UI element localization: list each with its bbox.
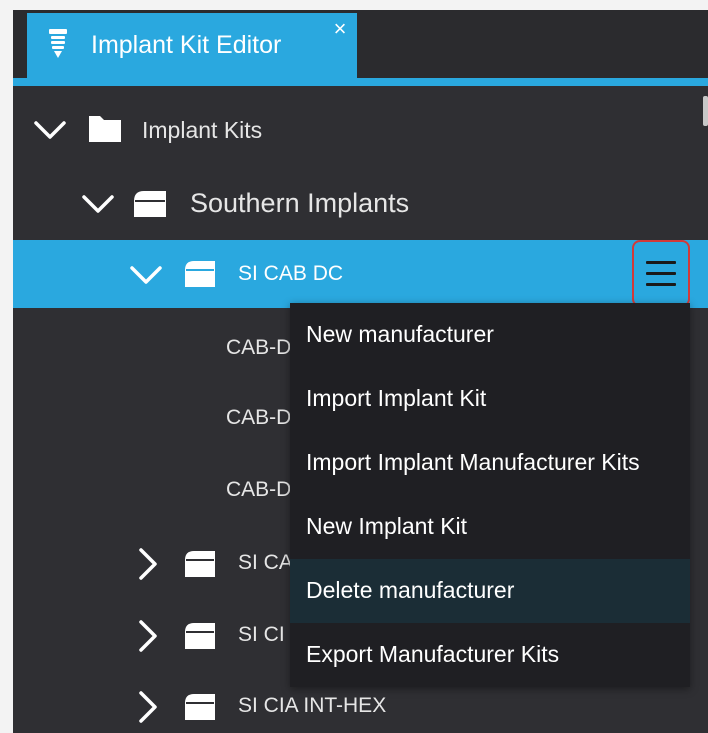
chevron-down-icon[interactable] [34,120,66,145]
menu-item-label: Import Implant Manufacturer Kits [306,449,640,475]
tree-row-southern-implants[interactable]: Southern Implants [13,172,708,234]
tree-row-implant-kits[interactable]: Implant Kits [13,100,708,160]
window-frame-top [0,0,708,10]
tree-label: CAB-D [226,406,292,429]
menu-item-label: Delete manufacturer [306,577,515,603]
kit-icon [183,621,217,656]
menu-item-label: New Implant Kit [306,513,468,539]
menu-item-export-manufacturer-kits[interactable]: Export Manufacturer Kits [290,623,690,687]
tree-label: Implant Kits [142,117,263,143]
menu-item-label: Export Manufacturer Kits [306,641,560,667]
close-icon[interactable]: × [329,18,351,40]
window-frame-left [0,0,13,733]
tab-implant-kit-editor[interactable]: Implant Kit Editor × [27,13,357,78]
tree-label: SI CA [238,551,293,574]
menu-item-new-implant-kit[interactable]: New Implant Kit [290,495,690,559]
implant-icon [47,29,69,59]
menu-item-import-manufacturer-kits[interactable]: Import Implant Manufacturer Kits [290,431,690,495]
hamburger-menu-button[interactable] [632,240,690,307]
chevron-down-icon[interactable] [82,194,114,219]
menu-item-delete-manufacturer[interactable]: Delete manufacturer [290,559,690,623]
menu-item-import-implant-kit[interactable]: Import Implant Kit [290,367,690,431]
chevron-down-icon[interactable] [130,265,162,290]
chevron-right-icon[interactable] [138,691,158,728]
menu-item-label: Import Implant Kit [306,385,487,411]
kit-icon [183,549,217,584]
tree-label: Southern Implants [190,188,410,218]
kit-icon [183,259,217,294]
tree-label: CAB-D [226,336,292,359]
menu-item-new-manufacturer[interactable]: New manufacturer [290,303,690,367]
tree-row-si-cab-dc[interactable]: SI CAB DC [13,240,708,308]
menu-item-label: New manufacturer [306,321,494,347]
kit-icon [183,692,217,727]
tree-label: SI CIA INT-HEX [238,694,387,717]
manufacturer-icon [132,189,168,224]
tree-label: SI CAB DC [238,262,344,285]
chevron-right-icon[interactable] [138,620,158,657]
chevron-right-icon[interactable] [138,548,158,585]
tree-label: SI CI [238,623,285,646]
tab-title: Implant Kit Editor [91,31,282,59]
context-menu: New manufacturer Import Implant Kit Impo… [290,303,690,687]
tab-underline [13,78,708,86]
app-window: Implant Kit Editor × Implant Kits Southe… [0,0,708,733]
folder-icon [87,114,123,149]
tree-label: CAB-D [226,478,292,501]
